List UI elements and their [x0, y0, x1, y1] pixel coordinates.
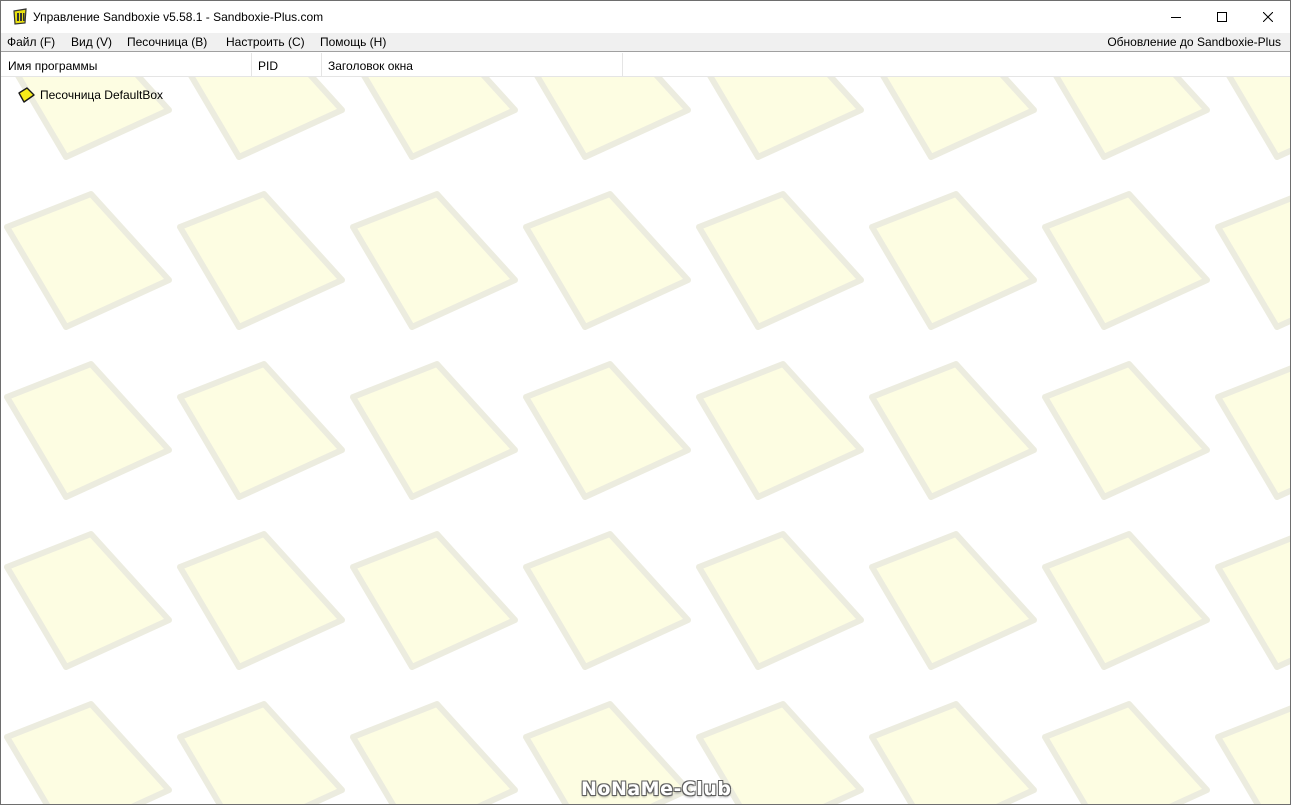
- menu-configure[interactable]: Настроить (C): [226, 35, 305, 49]
- column-divider[interactable]: [622, 53, 623, 77]
- menu-file[interactable]: Файл (F): [7, 35, 55, 49]
- minimize-icon: [1171, 12, 1181, 22]
- sandboxie-app-icon: [12, 8, 28, 25]
- column-pid[interactable]: PID: [258, 53, 322, 77]
- sandbox-label: Песочница DefaultBox: [40, 88, 164, 102]
- watermark-logo: NoNaMe-Club: [581, 778, 732, 800]
- maximize-icon: [1217, 12, 1227, 22]
- window-title: Управление Sandboxie v5.58.1 - Sandboxie…: [33, 10, 324, 24]
- menu-bar: Файл (F) Вид (V) Песочница (B) Настроить…: [1, 33, 1290, 52]
- sandbox-icon: [18, 87, 35, 103]
- column-divider[interactable]: [321, 53, 322, 77]
- menu-sandbox[interactable]: Песочница (B): [127, 35, 207, 49]
- column-window-title[interactable]: Заголовок окна: [328, 53, 622, 77]
- sandbox-tree-item[interactable]: Песочница DefaultBox: [1, 85, 401, 105]
- maximize-button[interactable]: [1199, 1, 1245, 33]
- title-bar[interactable]: Управление Sandboxie v5.58.1 - Sandboxie…: [1, 1, 1290, 33]
- menu-update-link[interactable]: Обновление до Sandboxie-Plus: [1107, 35, 1281, 49]
- close-button[interactable]: [1245, 1, 1290, 33]
- process-tree-view[interactable]: Песочница DefaultBox: [1, 77, 1290, 804]
- menu-view[interactable]: Вид (V): [71, 35, 112, 49]
- sandbox-background-pattern: [1, 77, 1290, 804]
- close-icon: [1263, 12, 1273, 22]
- column-program-name[interactable]: Имя программы: [8, 53, 251, 77]
- app-window: Управление Sandboxie v5.58.1 - Sandboxie…: [0, 0, 1291, 805]
- column-header: Имя программы PID Заголовок окна: [1, 53, 1290, 77]
- menu-help[interactable]: Помощь (H): [320, 35, 386, 49]
- minimize-button[interactable]: [1153, 1, 1199, 33]
- column-divider[interactable]: [251, 53, 252, 77]
